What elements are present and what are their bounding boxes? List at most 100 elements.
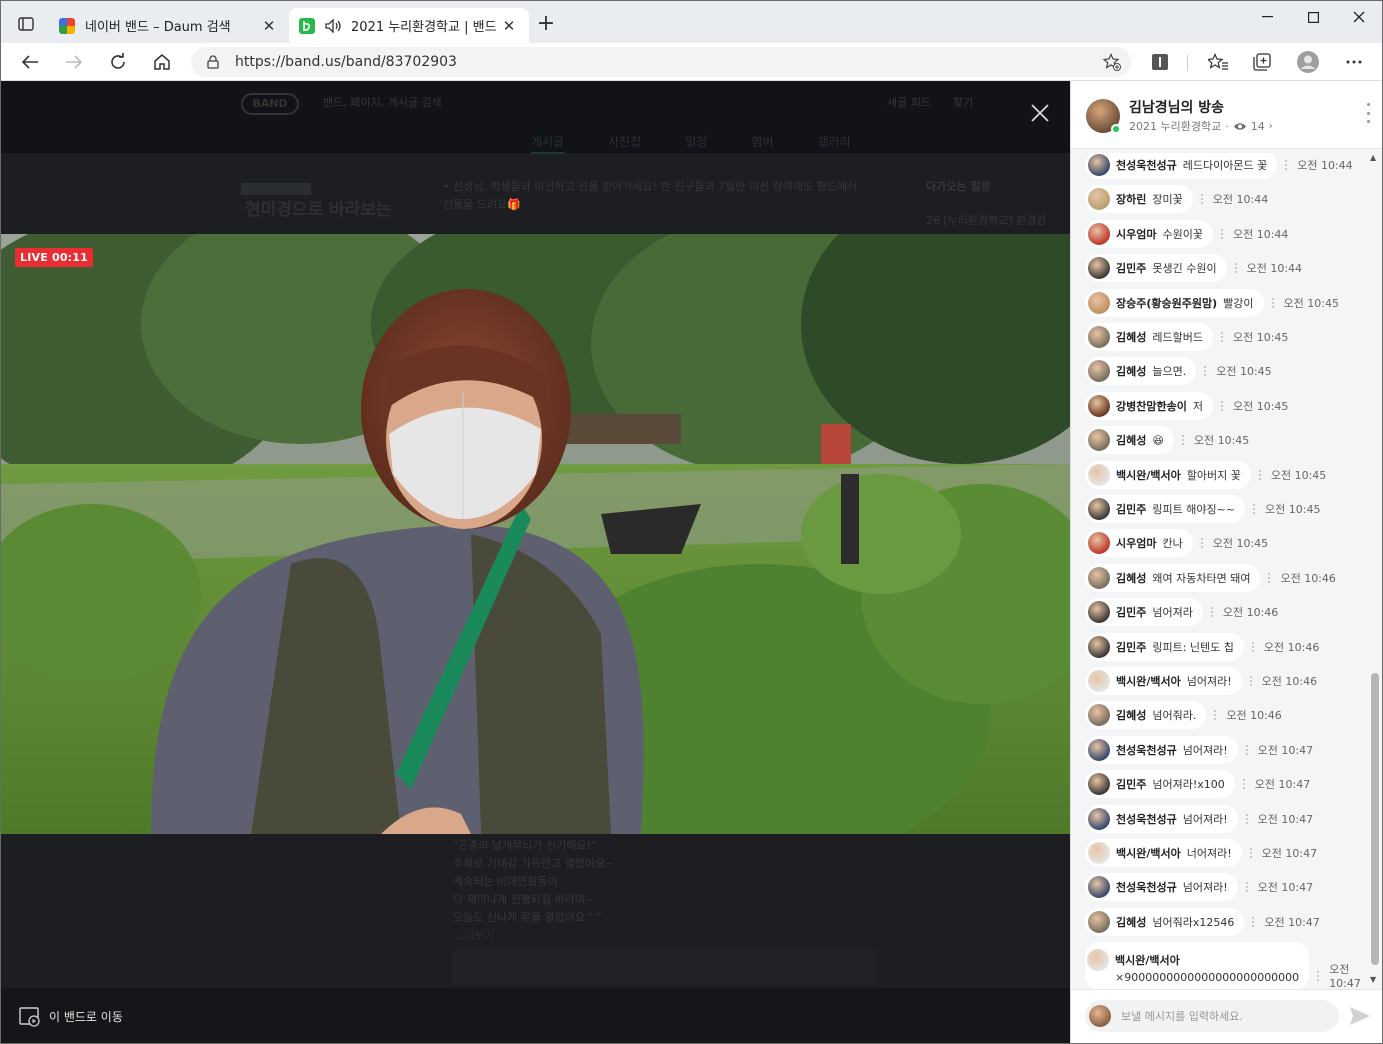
message-options-icon[interactable] — [1214, 710, 1217, 721]
message-options-icon[interactable] — [1271, 297, 1274, 308]
message-options-icon[interactable] — [1251, 641, 1254, 652]
chat-bubble[interactable]: 김혜성 레드할버드 — [1085, 323, 1213, 351]
chat-avatar[interactable] — [1088, 394, 1110, 417]
chat-bubble[interactable]: 김민주 링피트 해야징~~ — [1085, 495, 1246, 523]
chat-author[interactable]: 시우엄마 — [1116, 226, 1156, 242]
chat-menu-icon[interactable] — [1363, 103, 1373, 123]
message-options-icon[interactable] — [1210, 607, 1213, 618]
address-bar[interactable]: https://band.us/band/83702903 — [191, 47, 1131, 77]
chat-avatar[interactable] — [1088, 498, 1110, 520]
message-options-icon[interactable] — [1200, 194, 1203, 205]
chat-scrollbar[interactable]: ▲ ▼ — [1367, 153, 1381, 989]
extension-icon[interactable] — [1145, 48, 1175, 76]
scroll-down-icon[interactable]: ▼ — [1370, 975, 1376, 984]
chat-avatar[interactable] — [1088, 738, 1110, 761]
move-to-band-icon[interactable] — [19, 1006, 41, 1027]
chat-author[interactable]: 김혜성 — [1116, 363, 1146, 379]
chat-bubble[interactable]: 백시완/백서아 너어져라! — [1085, 839, 1242, 867]
chat-author[interactable]: 백시완/백서아 — [1116, 467, 1181, 483]
chat-author[interactable]: 시우엄마 — [1116, 535, 1156, 551]
message-options-icon[interactable] — [1234, 263, 1237, 274]
chat-avatar[interactable] — [1088, 326, 1110, 348]
chat-author[interactable]: 천성욱천성규 — [1116, 811, 1177, 827]
chat-bubble[interactable]: 김민주 넘어져라 — [1085, 598, 1203, 627]
forward-arrow-icon[interactable] — [59, 48, 89, 76]
chat-avatar[interactable] — [1088, 463, 1110, 486]
chat-bubble[interactable]: 강병찬맘한송이 저 — [1085, 391, 1213, 420]
message-options-icon[interactable] — [1242, 779, 1245, 790]
move-to-band-button[interactable]: 이 밴드로 이동 — [49, 1008, 123, 1025]
tab-daum-search[interactable]: 네이버 밴드 – Daum 검색 ✕ — [49, 8, 289, 43]
collections-icon[interactable] — [1247, 48, 1277, 76]
chat-avatar[interactable] — [1088, 188, 1110, 211]
chat-author[interactable]: 천성욱천성규 — [1116, 157, 1177, 173]
chat-avatar[interactable] — [1088, 532, 1110, 555]
chat-avatar[interactable] — [1087, 948, 1109, 971]
chat-author[interactable]: 김혜성 — [1116, 329, 1146, 345]
chat-avatar[interactable] — [1088, 876, 1110, 899]
chat-bubble[interactable]: 김혜성 넘어줘라x12546 — [1085, 907, 1245, 936]
message-options-icon[interactable] — [1220, 228, 1223, 239]
chat-avatar[interactable] — [1088, 670, 1110, 692]
chat-avatar[interactable] — [1088, 429, 1110, 452]
back-arrow-icon[interactable] — [15, 48, 45, 76]
home-icon[interactable] — [147, 48, 177, 76]
favorites-icon[interactable] — [1203, 48, 1233, 76]
chat-bubble[interactable]: 김민주 못생긴 수원이 — [1085, 254, 1227, 283]
chat-bubble[interactable]: 백시완/백서아 ×9000000000000000000000000 — [1085, 942, 1310, 989]
message-options-icon[interactable] — [1252, 916, 1255, 927]
chat-author[interactable]: 강병찬맘한송이 — [1116, 398, 1187, 414]
chat-avatar[interactable] — [1088, 360, 1110, 383]
chat-input-box[interactable] — [1085, 1000, 1339, 1032]
chat-message-list[interactable]: 천성욱천성규 레드다이아몬드 꽃 오전 10:44 장하린 장미꽃 오전 10:44 시우엄… — [1071, 153, 1367, 989]
close-window-icon[interactable] — [1336, 1, 1382, 33]
close-tab-icon[interactable]: ✕ — [259, 17, 279, 35]
new-tab-button[interactable]: + — [533, 13, 559, 35]
star-plus-icon[interactable] — [1103, 53, 1121, 71]
chevron-right-icon[interactable]: › — [1269, 121, 1273, 132]
chat-author[interactable]: 김민주 — [1116, 639, 1146, 655]
chat-author[interactable]: 김혜성 — [1116, 570, 1146, 586]
profile-icon[interactable] — [1293, 48, 1323, 76]
chat-avatar[interactable] — [1088, 154, 1110, 176]
live-video[interactable] — [1, 234, 1070, 834]
lock-icon[interactable] — [205, 55, 221, 69]
message-options-icon[interactable] — [1253, 504, 1256, 514]
chat-bubble[interactable]: 시우엄마 칸나 — [1085, 529, 1193, 558]
chat-avatar[interactable] — [1088, 222, 1110, 245]
chat-author[interactable]: 김민주 — [1116, 604, 1146, 620]
close-tab-icon[interactable]: ✕ — [499, 17, 519, 35]
chat-author[interactable]: 장하린 — [1116, 191, 1146, 207]
message-options-icon[interactable] — [1245, 882, 1248, 893]
chat-avatar[interactable] — [1088, 566, 1110, 589]
chat-avatar[interactable] — [1088, 635, 1110, 658]
chat-avatar[interactable] — [1088, 910, 1110, 933]
chat-bubble[interactable]: 장하린 장미꽃 — [1085, 185, 1193, 214]
chat-avatar[interactable] — [1088, 842, 1110, 864]
message-options-icon[interactable] — [1285, 160, 1288, 170]
chat-author[interactable]: 김혜성 — [1116, 707, 1146, 723]
scroll-up-icon[interactable]: ▲ — [1370, 153, 1376, 162]
chat-author[interactable]: 천성욱천성규 — [1116, 879, 1177, 895]
message-options-icon[interactable] — [1204, 366, 1207, 377]
minimize-icon[interactable] — [1244, 1, 1290, 33]
viewer-count[interactable]: 14 — [1251, 120, 1265, 133]
chat-bubble[interactable]: 김민주 넘어져라!x100 — [1085, 770, 1235, 799]
chat-author[interactable]: 백시완/백서아 — [1116, 845, 1181, 861]
more-icon[interactable] — [1339, 48, 1369, 76]
chat-bubble[interactable]: 김혜성 늘으면. — [1085, 357, 1197, 386]
message-options-icon[interactable] — [1249, 848, 1252, 858]
chat-bubble[interactable]: 시우엄마 수원이꽃 — [1085, 219, 1213, 248]
chat-author[interactable]: 김민주 — [1116, 501, 1146, 517]
chat-bubble[interactable]: 천성욱천성규 레드다이아몬드 꽃 — [1085, 153, 1278, 179]
message-options-icon[interactable] — [1245, 813, 1248, 824]
chat-avatar[interactable] — [1088, 704, 1110, 727]
message-options-icon[interactable] — [1258, 469, 1261, 480]
chat-avatar[interactable] — [1088, 257, 1110, 280]
chat-bubble[interactable]: 백시완/백서아 할아버지 꽃 — [1085, 460, 1251, 489]
close-icon[interactable] — [1026, 99, 1054, 127]
message-options-icon[interactable] — [1220, 400, 1223, 411]
chat-bubble[interactable]: 천성욱천성규 넘어져라! — [1085, 804, 1238, 833]
tab-actions-icon[interactable] — [9, 9, 43, 39]
chat-bubble[interactable]: 김혜성 😆 — [1085, 426, 1174, 455]
